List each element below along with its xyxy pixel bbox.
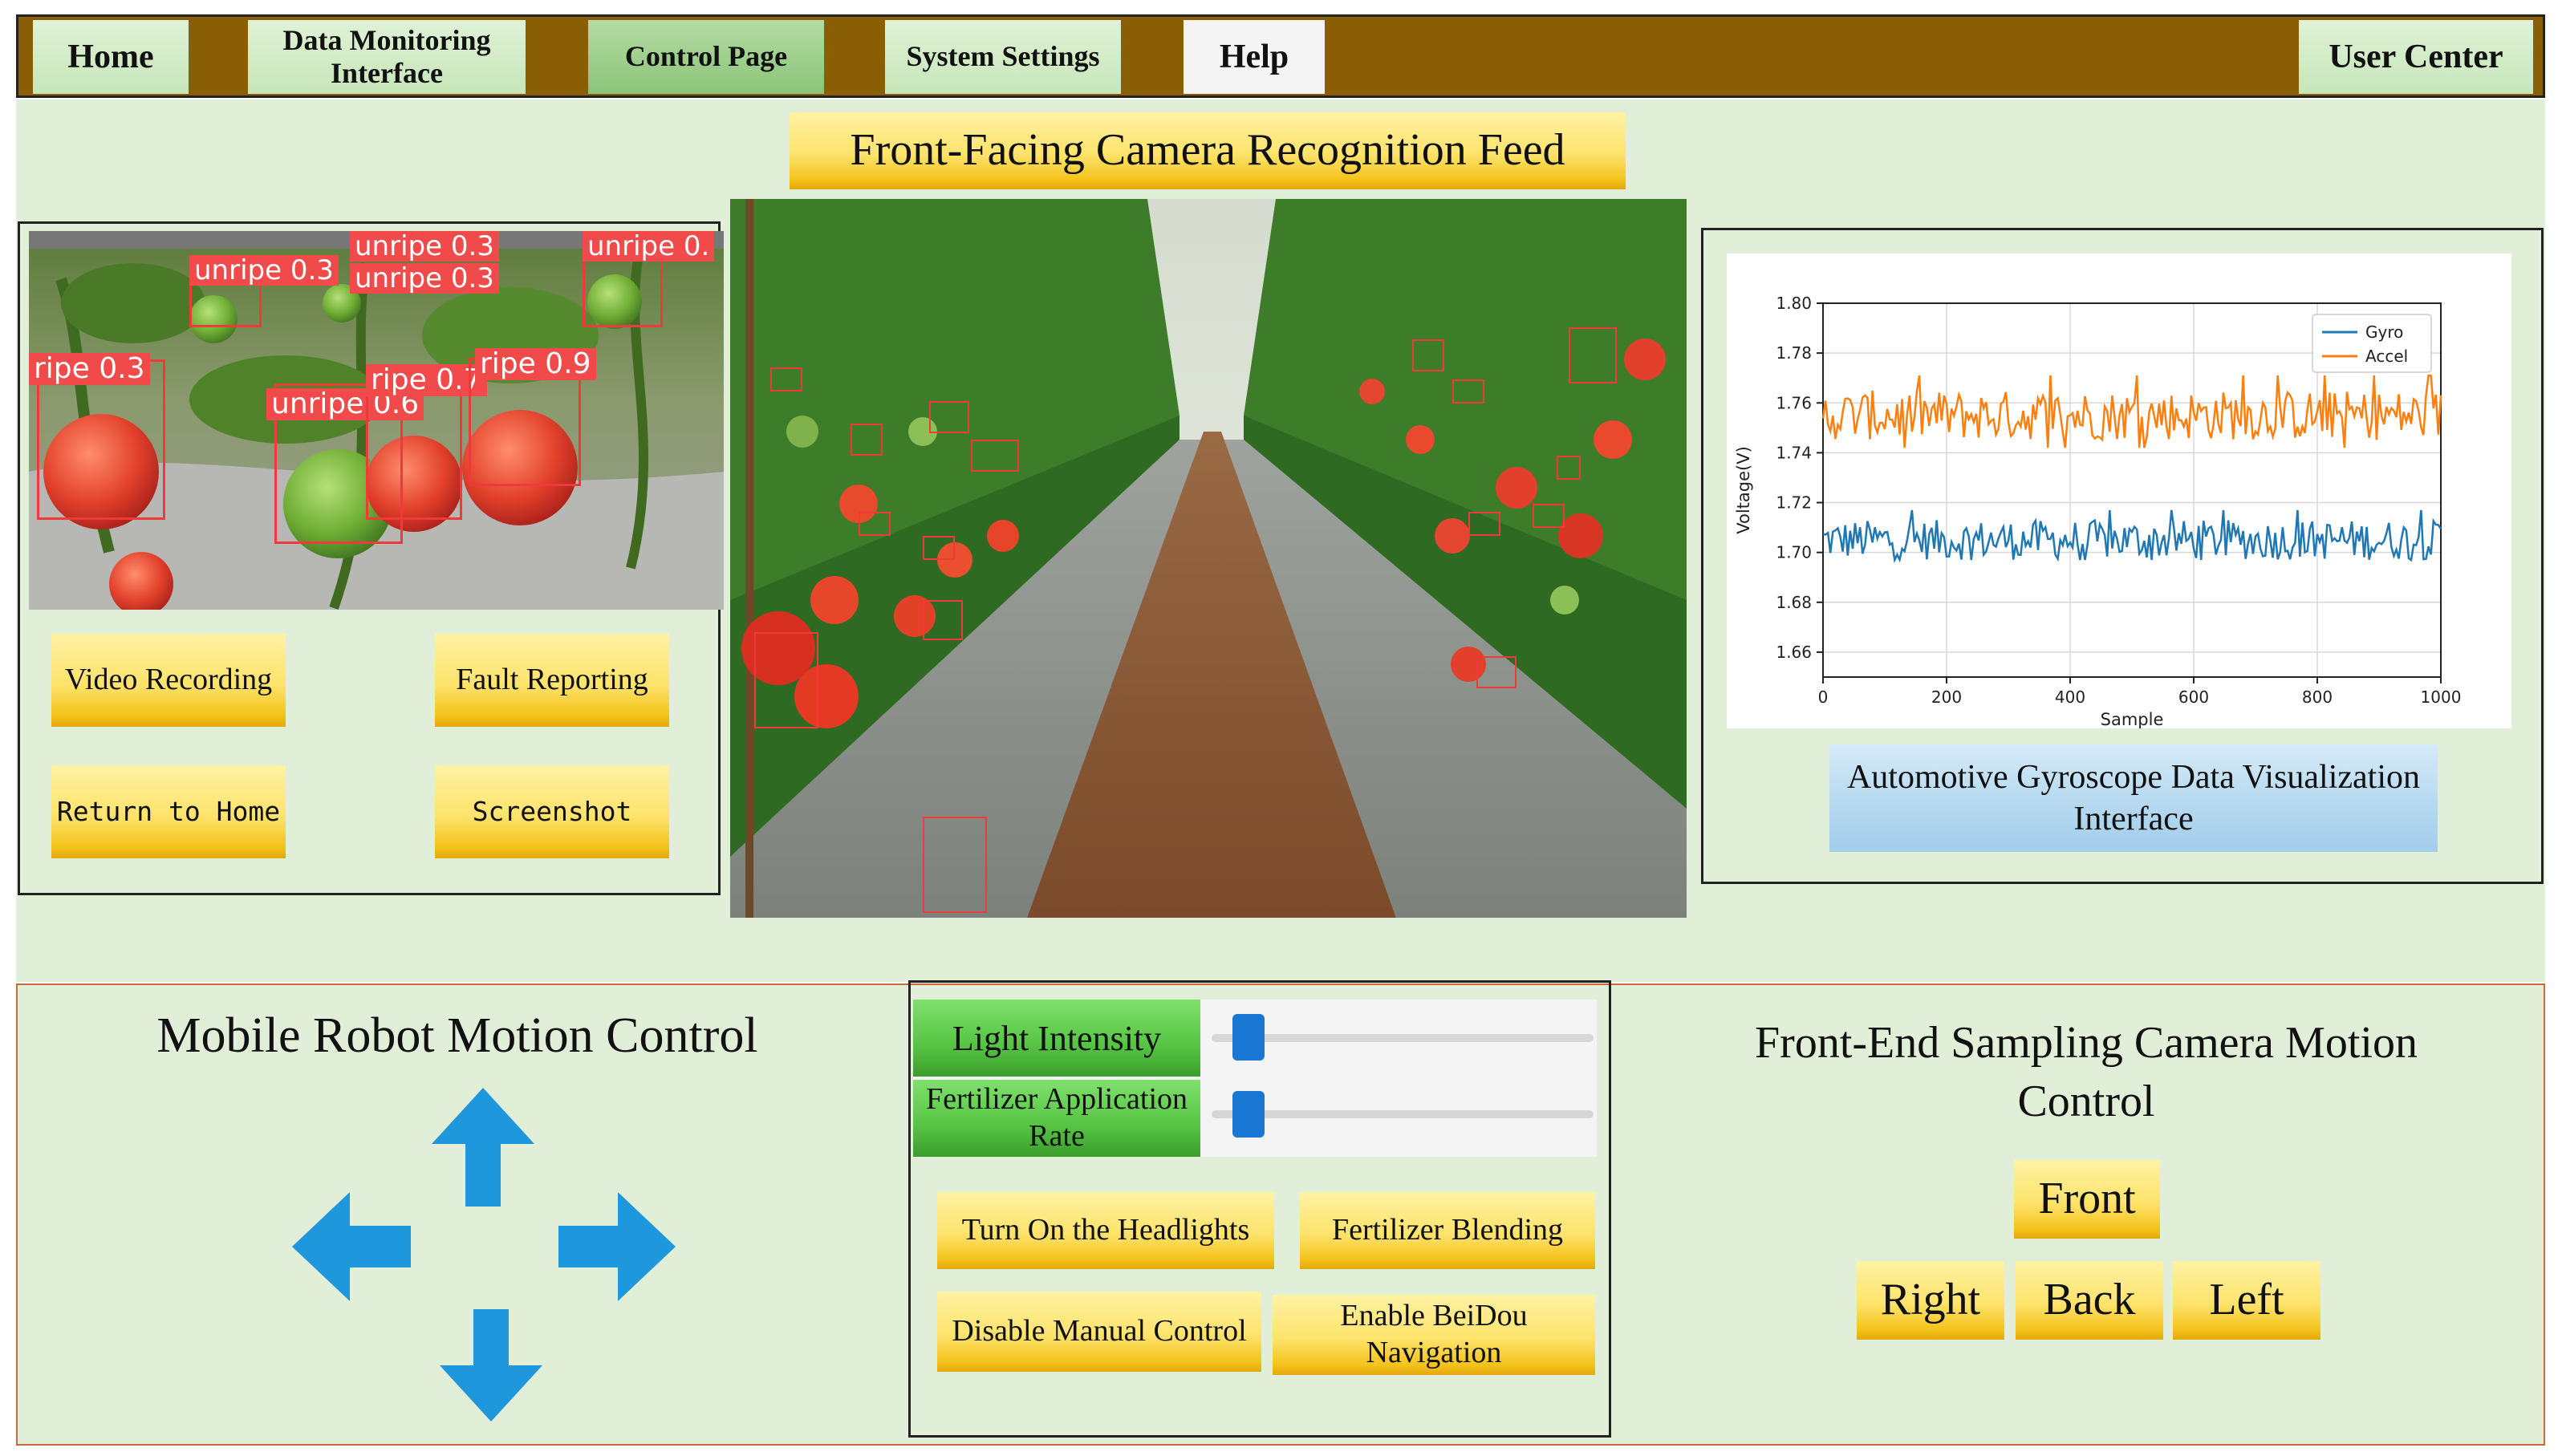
arrow-left-icon[interactable] bbox=[292, 1192, 411, 1301]
camera-feed-title: Front-Facing Camera Recognition Feed bbox=[790, 112, 1626, 189]
return-home-button[interactable]: Return to Home bbox=[51, 765, 286, 858]
y-tick-label: 1.66 bbox=[1776, 643, 1812, 662]
detection-box bbox=[851, 424, 883, 456]
detection-box bbox=[929, 401, 969, 433]
y-tick-label: 1.74 bbox=[1776, 443, 1812, 462]
x-tick-label: 0 bbox=[1818, 687, 1829, 707]
detection-box bbox=[923, 536, 955, 560]
detection-box bbox=[923, 817, 987, 913]
detection-box bbox=[1476, 656, 1516, 688]
detection-label: unripe 0.3 bbox=[189, 255, 339, 286]
x-tick-label: 800 bbox=[2302, 687, 2333, 707]
screenshot-button[interactable]: Screenshot bbox=[435, 765, 669, 858]
detection-box bbox=[1452, 379, 1484, 404]
fertilizer-rate-label: Fertilizer Application Rate bbox=[913, 1080, 1200, 1157]
camera-back-button[interactable]: Back bbox=[2016, 1261, 2163, 1340]
x-tick-label: 200 bbox=[1931, 687, 1962, 707]
nav-home[interactable]: Home bbox=[33, 20, 189, 94]
gyroscope-chart: 1.66 1.68 1.70 1.72 1.74 1.76 1.78 1.80 0 200 400 6… bbox=[1727, 253, 2511, 728]
detection-box bbox=[1412, 339, 1444, 371]
y-tick-label: 1.76 bbox=[1776, 393, 1812, 412]
legend-label: Accel bbox=[2365, 347, 2408, 366]
detection-label: unripe 0. bbox=[583, 231, 715, 262]
legend-label: Gyro bbox=[2365, 322, 2403, 342]
arrow-up-icon[interactable] bbox=[432, 1088, 534, 1207]
detection-box bbox=[754, 632, 818, 728]
detection-label: unripe 0.3 bbox=[350, 263, 499, 294]
fault-reporting-button[interactable]: Fault Reporting bbox=[435, 634, 669, 727]
nav-control-page[interactable]: Control Page bbox=[588, 20, 824, 94]
y-tick-label: 1.80 bbox=[1776, 294, 1812, 313]
nav-help[interactable]: Help bbox=[1184, 20, 1325, 94]
y-tick-label: 1.78 bbox=[1776, 343, 1812, 363]
camera-control-title: Front-End Sampling Camera Motion Control bbox=[1755, 1018, 2418, 1126]
detection-box bbox=[770, 367, 802, 391]
light-intensity-label: Light Intensity bbox=[913, 1000, 1200, 1077]
fertilizer-rate-slider[interactable] bbox=[1232, 1091, 1265, 1138]
detection-label: ripe 0.3 bbox=[29, 353, 150, 385]
video-recording-button[interactable]: Video Recording bbox=[51, 634, 286, 727]
top-navigation-bar: Home Data Monitoring Interface Control P… bbox=[16, 14, 2545, 98]
fertilizer-rate-track[interactable] bbox=[1212, 1110, 1594, 1118]
nav-data-monitoring[interactable]: Data Monitoring Interface bbox=[248, 20, 526, 94]
disable-manual-control-button[interactable]: Disable Manual Control bbox=[937, 1292, 1261, 1372]
gyroscope-chart-svg: 1.66 1.68 1.70 1.72 1.74 1.76 1.78 1.80 0 200 400 6… bbox=[1734, 294, 2462, 728]
x-tick-label: 600 bbox=[2178, 687, 2209, 707]
detection-box bbox=[923, 600, 963, 640]
detection-box bbox=[1569, 327, 1617, 383]
y-tick-label: 1.70 bbox=[1776, 543, 1812, 562]
enable-beidou-button[interactable]: Enable BeiDou Navigation bbox=[1273, 1295, 1595, 1375]
arrow-down-icon[interactable] bbox=[440, 1309, 542, 1422]
detection-box bbox=[859, 512, 891, 536]
headlights-button[interactable]: Turn On the Headlights bbox=[937, 1192, 1274, 1269]
closeup-detection-image: ripe 0.3 unripe 0.6 ripe 0.7 ripe 0.9 un… bbox=[29, 231, 724, 610]
x-tick-label: 1000 bbox=[2421, 687, 2462, 707]
y-axis-label: Voltage(V) bbox=[1734, 446, 1753, 534]
detection-label: unripe 0.3 bbox=[350, 231, 499, 262]
detection-label: ripe 0.9 bbox=[475, 348, 596, 380]
front-camera-feed-image bbox=[730, 199, 1687, 918]
x-axis-label: Sample bbox=[2101, 710, 2164, 728]
direction-pad bbox=[292, 1088, 676, 1422]
detection-box bbox=[1533, 504, 1565, 528]
y-tick-label: 1.68 bbox=[1776, 593, 1812, 612]
y-tick-label: 1.72 bbox=[1776, 493, 1812, 513]
greenhouse-scene bbox=[730, 199, 1687, 918]
x-tick-label: 400 bbox=[2055, 687, 2085, 707]
motion-control-title: Mobile Robot Motion Control bbox=[156, 1008, 758, 1063]
camera-left-button[interactable]: Left bbox=[2173, 1261, 2320, 1340]
gyroscope-caption: Automotive Gyroscope Data Visualization … bbox=[1829, 744, 2438, 852]
arrow-right-icon[interactable] bbox=[558, 1192, 676, 1301]
detection-box bbox=[1468, 512, 1500, 536]
fertilizer-blending-button[interactable]: Fertilizer Blending bbox=[1300, 1192, 1595, 1269]
nav-system-settings[interactable]: System Settings bbox=[885, 20, 1121, 94]
light-intensity-slider[interactable] bbox=[1232, 1014, 1265, 1061]
series-line-accel bbox=[1821, 374, 2442, 448]
light-intensity-track[interactable] bbox=[1212, 1034, 1594, 1042]
camera-front-button[interactable]: Front bbox=[2014, 1160, 2160, 1239]
camera-right-button[interactable]: Right bbox=[1857, 1261, 2004, 1340]
nav-user-center[interactable]: User Center bbox=[2299, 20, 2533, 94]
detection-box bbox=[366, 383, 462, 520]
detection-box bbox=[1557, 456, 1581, 480]
detection-box bbox=[971, 440, 1019, 472]
detection-box bbox=[583, 255, 663, 327]
